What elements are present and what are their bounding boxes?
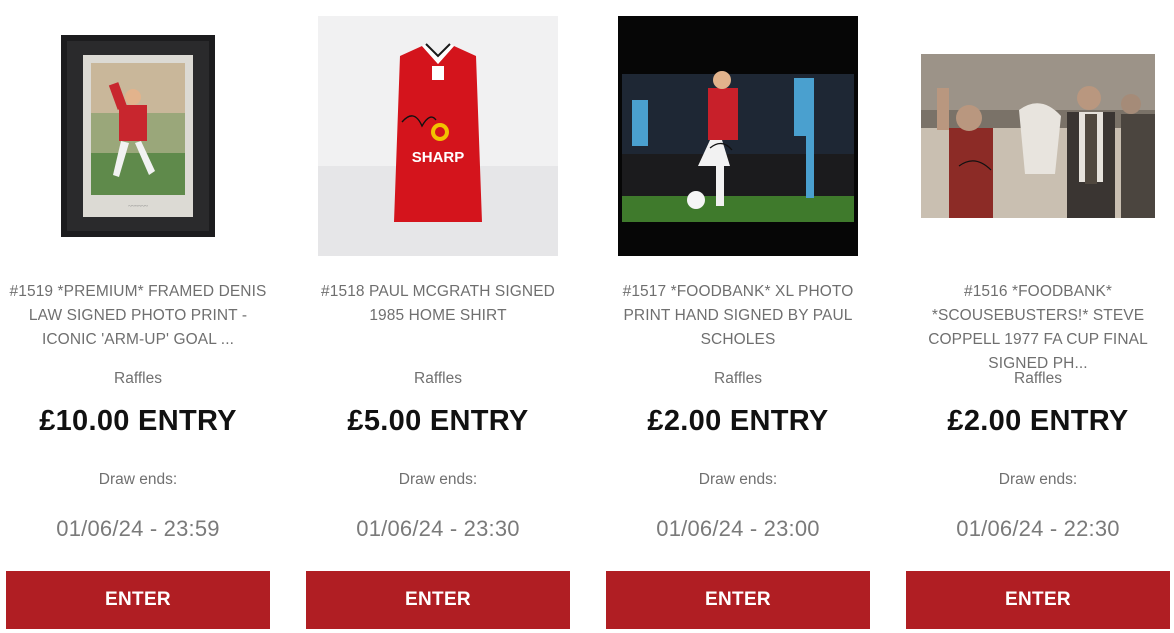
product-category: Raffles xyxy=(114,370,162,387)
enter-button[interactable]: ENTER xyxy=(6,571,270,629)
product-title[interactable]: #1519 *PREMIUM* FRAMED DENIS LAW SIGNED … xyxy=(6,280,270,372)
enter-button[interactable]: ENTER xyxy=(906,571,1170,629)
product-category: Raffles xyxy=(1014,370,1062,387)
product-card: #1517 *FOODBANK* XL PHOTO PRINT HAND SIG… xyxy=(606,0,870,633)
draw-ends-label: Draw ends: xyxy=(98,471,178,488)
product-card: ~~~~~~ #1519 *PREMIUM* FRAMED DENIS LAW … xyxy=(6,0,270,633)
product-grid: ~~~~~~ #1519 *PREMIUM* FRAMED DENIS LAW … xyxy=(0,0,1174,633)
product-category: Raffles xyxy=(714,370,762,387)
draw-ends-label: Draw ends: xyxy=(998,471,1078,488)
product-price: £2.00 ENTRY xyxy=(947,405,1129,437)
product-price: £5.00 ENTRY xyxy=(347,405,529,437)
signed-shirt-image: SHARP xyxy=(318,16,558,256)
product-image-link[interactable]: ~~~~~~ xyxy=(6,14,270,258)
product-title[interactable]: #1516 *FOODBANK* *SCOUSEBUSTERS!* STEVE … xyxy=(906,280,1170,372)
draw-ends-label: Draw ends: xyxy=(698,471,778,488)
product-category: Raffles xyxy=(414,370,462,387)
svg-text:~~~~~~: ~~~~~~ xyxy=(128,204,148,210)
product-image-link[interactable] xyxy=(606,14,870,258)
signed-photo-image xyxy=(618,16,858,256)
sepia-photo-image xyxy=(921,54,1155,218)
product-price: £2.00 ENTRY xyxy=(647,405,829,437)
product-card: SHARP #1518 PAUL MCGRATH SIGNED 1985 HOM… xyxy=(306,0,570,633)
product-card: #1516 *FOODBANK* *SCOUSEBUSTERS!* STEVE … xyxy=(906,0,1170,633)
framed-photo-image: ~~~~~~ xyxy=(61,35,215,237)
product-price: £10.00 ENTRY xyxy=(39,405,237,437)
draw-ends-label: Draw ends: xyxy=(398,471,478,488)
svg-text:SHARP: SHARP xyxy=(412,149,465,166)
product-title[interactable]: #1518 PAUL MCGRATH SIGNED 1985 HOME SHIR… xyxy=(306,280,570,372)
product-image-link[interactable]: SHARP xyxy=(306,14,570,258)
draw-end-date: 01/06/24 - 23:00 xyxy=(656,516,820,541)
draw-end-date: 01/06/24 - 23:59 xyxy=(56,516,220,541)
product-title[interactable]: #1517 *FOODBANK* XL PHOTO PRINT HAND SIG… xyxy=(606,280,870,372)
draw-end-date: 01/06/24 - 22:30 xyxy=(956,516,1120,541)
enter-button[interactable]: ENTER xyxy=(306,571,570,629)
draw-end-date: 01/06/24 - 23:30 xyxy=(356,516,520,541)
enter-button[interactable]: ENTER xyxy=(606,571,870,629)
product-image-link[interactable] xyxy=(906,14,1170,258)
